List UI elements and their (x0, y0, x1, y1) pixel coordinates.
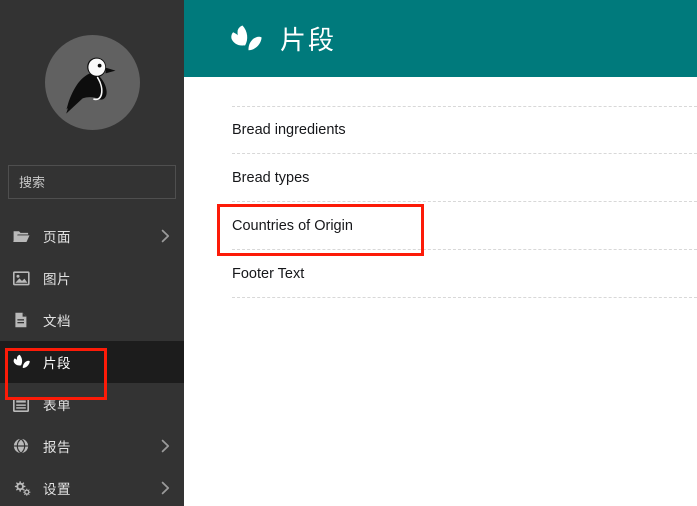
gears-icon (13, 480, 35, 496)
sidebar-item-label: 设置 (43, 482, 71, 497)
form-icon (13, 396, 35, 412)
sidebar-item-pages[interactable]: 页面 (0, 215, 184, 257)
page-header: 片段 (184, 0, 697, 77)
sidebar-item-label: 表单 (43, 398, 71, 413)
document-icon (13, 312, 35, 328)
sidebar-item-snippets[interactable]: 片段 (0, 341, 184, 383)
list-item-label: Bread types (232, 169, 310, 186)
list-item-label: Countries of Origin (232, 217, 353, 234)
list-item[interactable]: Footer Text (232, 250, 697, 298)
list-item[interactable]: Bread ingredients (232, 106, 697, 154)
image-icon (13, 270, 35, 286)
snippet-list: Bread ingredients Bread types Countries … (184, 106, 697, 298)
chevron-right-icon[interactable] (161, 229, 170, 243)
leaves-icon (13, 354, 35, 370)
avatar (44, 35, 140, 130)
sidebar-item-label: 图片 (43, 272, 71, 287)
sidebar-item-images[interactable]: 图片 (0, 257, 184, 299)
sidebar-item-reports[interactable]: 报告 (0, 425, 184, 467)
folder-open-icon (13, 229, 35, 244)
list-item[interactable]: Countries of Origin (232, 202, 697, 250)
list-item-label: Footer Text (232, 265, 305, 282)
sidebar: 页面 图片 (0, 0, 184, 506)
list-item[interactable]: Bread types (232, 154, 697, 202)
main-content: 片段 Bread ingredients Bread types Countri… (184, 0, 697, 506)
sidebar-item-documents[interactable]: 文档 (0, 299, 184, 341)
globe-icon (13, 438, 35, 454)
bird-logo-icon (66, 57, 116, 114)
leaves-icon (230, 24, 264, 54)
sidebar-item-label: 文档 (43, 314, 71, 329)
sidebar-item-label: 片段 (43, 356, 71, 371)
sidebar-item-label: 页面 (43, 230, 71, 245)
search-input[interactable] (19, 174, 184, 190)
sidebar-item-settings[interactable]: 设置 (0, 467, 184, 506)
app-root: 页面 图片 (0, 0, 697, 506)
list-item-label: Bread ingredients (232, 122, 346, 138)
sidebar-item-forms[interactable]: 表单 (0, 383, 184, 425)
search-box[interactable] (8, 165, 184, 199)
sidebar-nav: 页面 图片 文档 片段 表单 报告 设置 (0, 215, 184, 506)
chevron-right-icon[interactable] (161, 439, 170, 453)
brand-area (0, 0, 184, 165)
sidebar-item-label: 报告 (43, 440, 71, 455)
page-title: 片段 (280, 25, 337, 55)
chevron-right-icon[interactable] (161, 481, 170, 495)
